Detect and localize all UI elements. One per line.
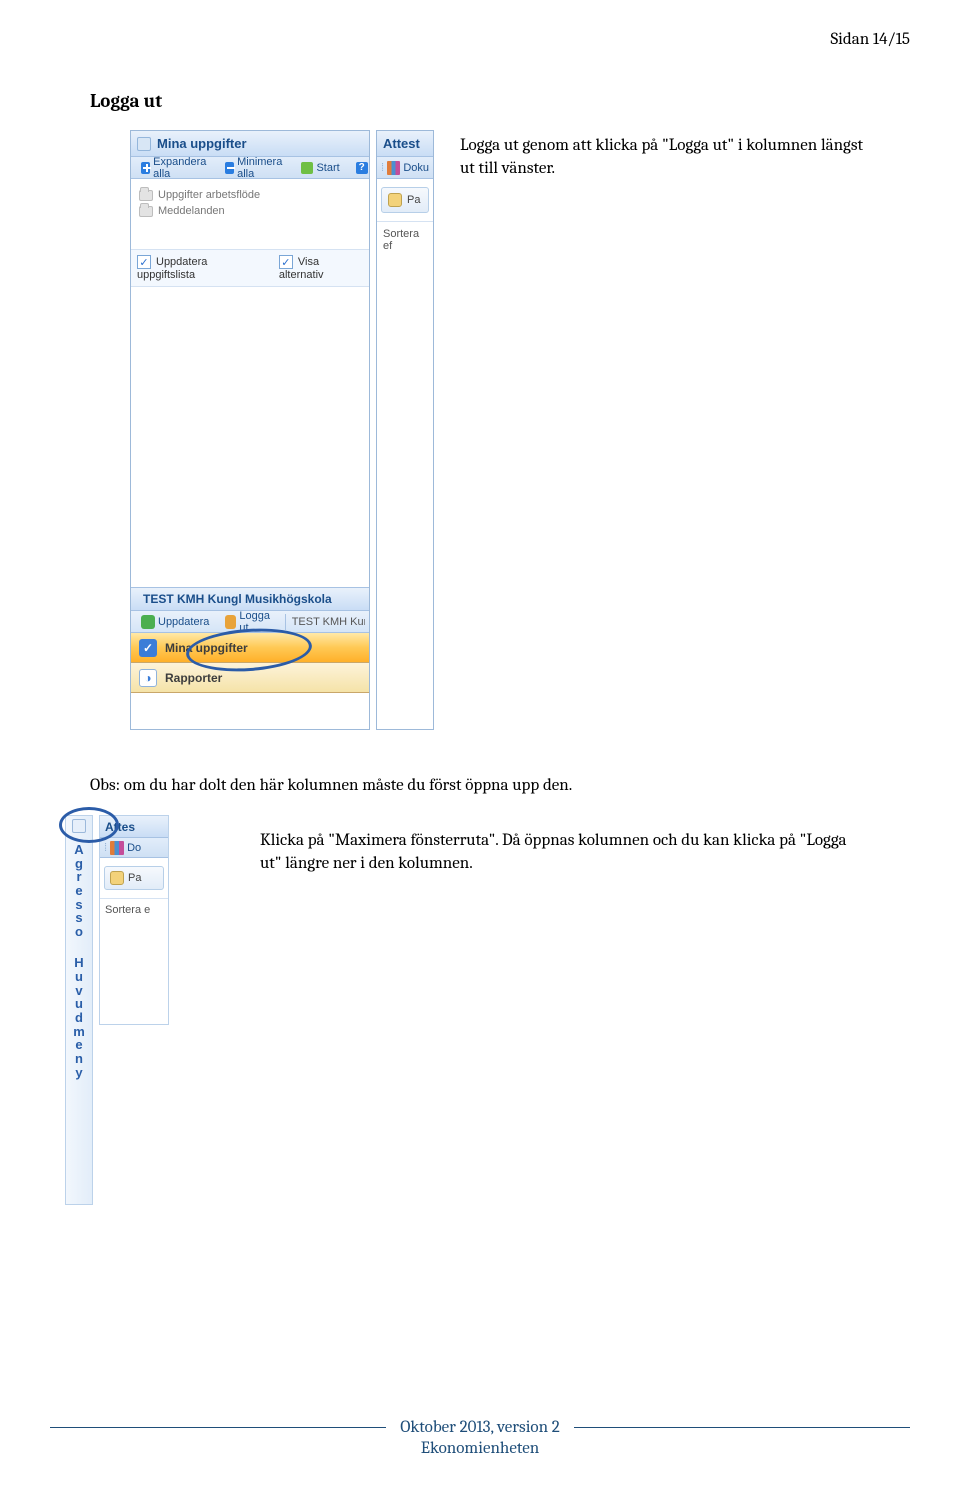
tree-item[interactable]: Uppgifter arbetsflöde bbox=[139, 187, 363, 203]
page-footer: Oktober 2013, version 2 Ekonomienheten bbox=[0, 1418, 960, 1458]
report-icon: ◑ bbox=[139, 669, 157, 687]
instruction-paragraph-2: Klicka på "Maximera fönsterruta". Då öpp… bbox=[260, 830, 870, 876]
right-button-label: Pa bbox=[407, 194, 420, 206]
start-button[interactable]: Start bbox=[295, 160, 345, 176]
right-sort-label-2: Sortera e bbox=[100, 898, 168, 921]
right-button-2[interactable]: Pa bbox=[104, 866, 164, 890]
panel-icon bbox=[137, 137, 151, 151]
right-button[interactable]: Pa bbox=[381, 187, 429, 213]
instruction-paragraph-1: Logga ut genom att klicka på "Logga ut" … bbox=[460, 135, 870, 181]
start-label: Start bbox=[316, 162, 339, 174]
footer-line1: Oktober 2013, version 2 bbox=[400, 1418, 560, 1437]
nav-label: Rapporter bbox=[165, 671, 222, 685]
panel-toolbar: Expandera alla Minimera alla Start ? bbox=[131, 157, 369, 179]
check-icon: ✓ bbox=[139, 639, 157, 657]
nav-rapporter[interactable]: ◑ Rapporter bbox=[131, 663, 369, 693]
left-panel: Mina uppgifter Expandera alla Minimera a… bbox=[130, 130, 370, 730]
hand-icon bbox=[110, 871, 124, 885]
vertical-label-bottom: Huvudmeny bbox=[66, 956, 92, 1079]
checkbox-icon: ✓ bbox=[279, 255, 293, 269]
bottom-title-text: TEST KMH Kungl Musikhögskola bbox=[143, 592, 332, 606]
right-sort-label: Sortera ef bbox=[377, 221, 433, 258]
logout-label: Logga ut bbox=[239, 610, 273, 634]
section-heading: Logga ut bbox=[90, 90, 162, 112]
help-icon: ? bbox=[356, 162, 368, 174]
screenshot-1: Mina uppgifter Expandera alla Minimera a… bbox=[130, 130, 438, 730]
folder-icon bbox=[139, 190, 153, 201]
key-icon bbox=[225, 615, 236, 629]
tree-item[interactable]: Meddelanden bbox=[139, 203, 363, 219]
tree-label: Meddelanden bbox=[158, 205, 225, 217]
footer-rule bbox=[50, 1427, 386, 1428]
separator bbox=[285, 614, 286, 630]
right-toolbar-label: Doku bbox=[403, 162, 429, 174]
footer-rule bbox=[574, 1427, 910, 1428]
vertical-label-top: Agresso bbox=[66, 843, 92, 938]
hand-icon bbox=[388, 193, 402, 207]
minus-icon bbox=[225, 162, 234, 174]
refresh-button[interactable]: Uppdatera bbox=[135, 613, 215, 631]
refresh-icon bbox=[141, 615, 155, 629]
bottom-toolbar: Uppdatera Logga ut TEST KMH Kungl M bbox=[131, 611, 369, 633]
panel-title: Mina uppgifter bbox=[157, 136, 247, 151]
right-title: Attest bbox=[377, 131, 433, 157]
options-row: ✓Uppdatera uppgiftslista ✓Visa alternati… bbox=[131, 249, 369, 287]
context-label: TEST KMH Kungl M bbox=[292, 616, 365, 628]
grip-icon: ⁞ bbox=[104, 842, 107, 854]
help-button[interactable]: ? bbox=[350, 160, 374, 176]
right-toolbar-2: ⁞ Do bbox=[100, 838, 168, 858]
logout-button[interactable]: Logga ut bbox=[219, 608, 279, 636]
grip-icon: ⁞ bbox=[381, 162, 384, 174]
collapsed-sidebar: Agresso Huvudmeny bbox=[65, 815, 93, 1205]
home-icon bbox=[301, 162, 313, 174]
footer-line2: Ekonomienheten bbox=[0, 1439, 960, 1458]
expand-all-button[interactable]: Expandera alla bbox=[135, 154, 215, 182]
maximize-pane-icon[interactable] bbox=[72, 819, 86, 833]
right-cut-panel-2: Attes ⁞ Do Pa Sortera e bbox=[99, 815, 169, 1025]
right-title-2: Attes bbox=[100, 816, 168, 838]
books-icon bbox=[387, 161, 400, 175]
minimize-label: Minimera alla bbox=[237, 156, 285, 180]
nav-mina-uppgifter[interactable]: ✓ Mina uppgifter bbox=[131, 633, 369, 663]
right-toolbar-label: Do bbox=[127, 842, 141, 854]
tree-label: Uppgifter arbetsflöde bbox=[158, 189, 260, 201]
show-alternatives-checkbox[interactable]: ✓Visa alternativ bbox=[279, 255, 363, 281]
nav-label: Mina uppgifter bbox=[165, 641, 248, 655]
obs-paragraph: Obs: om du har dolt den här kolumnen mås… bbox=[90, 775, 870, 798]
right-button-label: Pa bbox=[128, 872, 141, 884]
minimize-all-button[interactable]: Minimera alla bbox=[219, 154, 291, 182]
plus-icon bbox=[141, 162, 150, 174]
expand-label: Expandera alla bbox=[153, 156, 209, 180]
checkbox-icon: ✓ bbox=[137, 255, 151, 269]
page-number: Sidan 14/15 bbox=[830, 30, 910, 49]
screenshot-2: Agresso Huvudmeny Attes ⁞ Do Pa Sortera … bbox=[65, 815, 235, 1215]
empty-area bbox=[131, 287, 369, 587]
right-toolbar: ⁞ Doku bbox=[377, 157, 433, 179]
right-cut-panel: Attest ⁞ Doku Pa Sortera ef bbox=[376, 130, 434, 730]
books-icon bbox=[110, 841, 124, 855]
update-tasklist-checkbox[interactable]: ✓Uppdatera uppgiftslista bbox=[137, 255, 263, 281]
tree-area: Uppgifter arbetsflöde Meddelanden bbox=[131, 179, 369, 249]
refresh-label: Uppdatera bbox=[158, 616, 209, 628]
folder-icon bbox=[139, 206, 153, 217]
